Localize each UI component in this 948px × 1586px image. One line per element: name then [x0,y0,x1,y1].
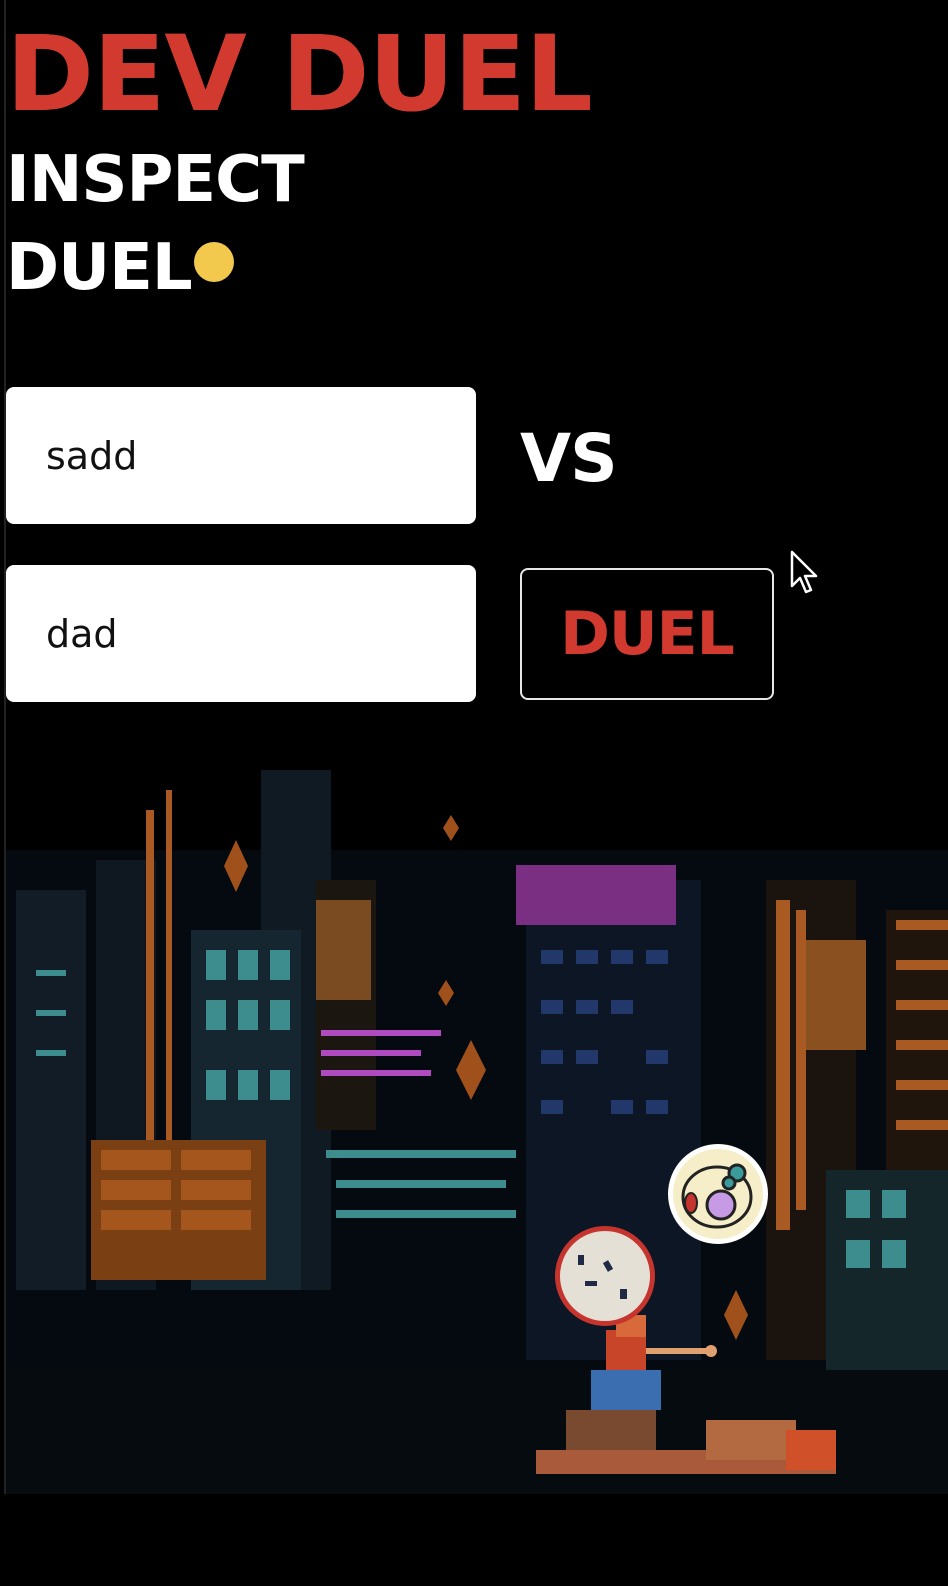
nav-inspect-link[interactable]: INSPECT [6,148,305,212]
duel-button[interactable]: DUEL [520,568,774,700]
user1-input[interactable] [6,387,476,524]
player2-avatar [668,1144,768,1244]
cell-avatar-icon [681,1163,753,1229]
user2-input[interactable] [6,565,476,702]
mouse-pointer-icon [790,550,818,594]
active-status-dot-icon [194,242,234,282]
vs-label: VS [520,420,618,497]
pixel-city-background [6,770,948,1494]
player1-avatar [555,1226,655,1326]
dots-avatar-icon [578,1255,627,1299]
nav-duel-link[interactable]: DUEL [6,236,193,300]
app-title: DEV DUEL [6,13,593,135]
